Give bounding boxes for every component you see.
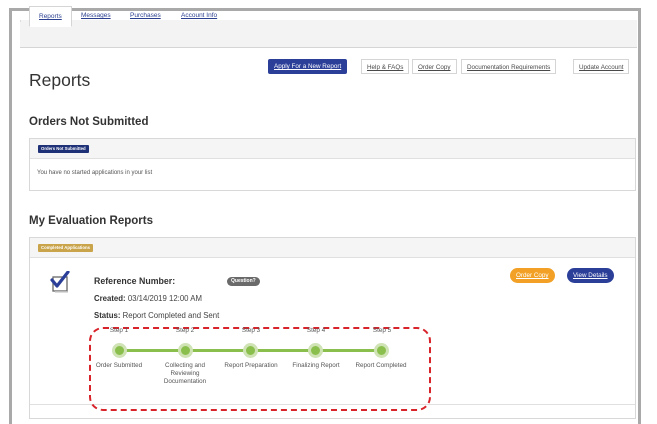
created-value: 03/14/2019 12:00 AM bbox=[127, 294, 202, 303]
view-details-button[interactable]: View Details bbox=[567, 268, 614, 283]
evaluation-reports-heading: My Evaluation Reports bbox=[29, 215, 153, 227]
tab-reports[interactable]: Reports bbox=[29, 6, 72, 27]
tab-messages[interactable]: Messages bbox=[81, 12, 111, 19]
tab-purchases[interactable]: Purchases bbox=[130, 12, 161, 19]
step-number: Step 2 bbox=[175, 327, 195, 334]
step-marker bbox=[374, 343, 389, 358]
card-header: Orders Not Submitted bbox=[30, 139, 635, 159]
step-marker bbox=[112, 343, 127, 358]
order-copy-link[interactable]: Order Copy bbox=[412, 59, 457, 74]
order-copy-button[interactable]: Order Copy bbox=[510, 268, 555, 283]
status-value: Report Completed and Sent bbox=[122, 311, 220, 320]
apply-new-report-button[interactable]: Apply For a New Report bbox=[268, 59, 348, 74]
page-title: Reports bbox=[29, 70, 91, 90]
checkbox-check-icon bbox=[50, 271, 70, 293]
status-label: Status: bbox=[94, 311, 121, 320]
question-button[interactable]: Question? bbox=[227, 277, 260, 286]
orders-not-submitted-card: Orders Not Submitted You have no started… bbox=[29, 138, 636, 191]
help-faqs-link[interactable]: Help & FAQs bbox=[361, 59, 410, 74]
created-line: Created: 03/14/2019 12:00 AM bbox=[94, 294, 202, 303]
step-marker bbox=[243, 343, 258, 358]
step-label: Report Preparation bbox=[224, 362, 278, 369]
step-label: Report Completed bbox=[355, 362, 407, 369]
step-number: Step 1 bbox=[109, 327, 129, 334]
step-label: Finalizing Report bbox=[292, 362, 340, 369]
update-account-link[interactable]: Update Account bbox=[573, 59, 630, 74]
empty-state-text: You have no started applications in your… bbox=[37, 170, 153, 176]
step-number: Step 4 bbox=[306, 327, 326, 334]
status-line: Status: Report Completed and Sent bbox=[94, 311, 219, 320]
created-label: Created: bbox=[94, 294, 126, 303]
card-header: Completed Applications bbox=[30, 238, 635, 258]
orders-not-submitted-heading: Orders Not Submitted bbox=[29, 116, 149, 128]
orders-not-submitted-badge: Orders Not Submitted bbox=[38, 145, 89, 153]
step-label: Order Submitted bbox=[95, 362, 143, 369]
documentation-requirements-link[interactable]: Documentation Requirements bbox=[461, 59, 557, 74]
completed-applications-badge: Completed Applications bbox=[38, 244, 94, 252]
tab-account-info[interactable]: Account Info bbox=[181, 12, 217, 19]
tab-bar bbox=[20, 22, 637, 48]
step-number: Step 3 bbox=[241, 327, 261, 334]
step-number: Step 5 bbox=[372, 327, 392, 334]
reference-number-label: Reference Number: bbox=[94, 276, 176, 286]
step-label: Collecting and Reviewing Documentation bbox=[163, 362, 207, 385]
step-marker bbox=[308, 343, 323, 358]
step-marker bbox=[178, 343, 193, 358]
